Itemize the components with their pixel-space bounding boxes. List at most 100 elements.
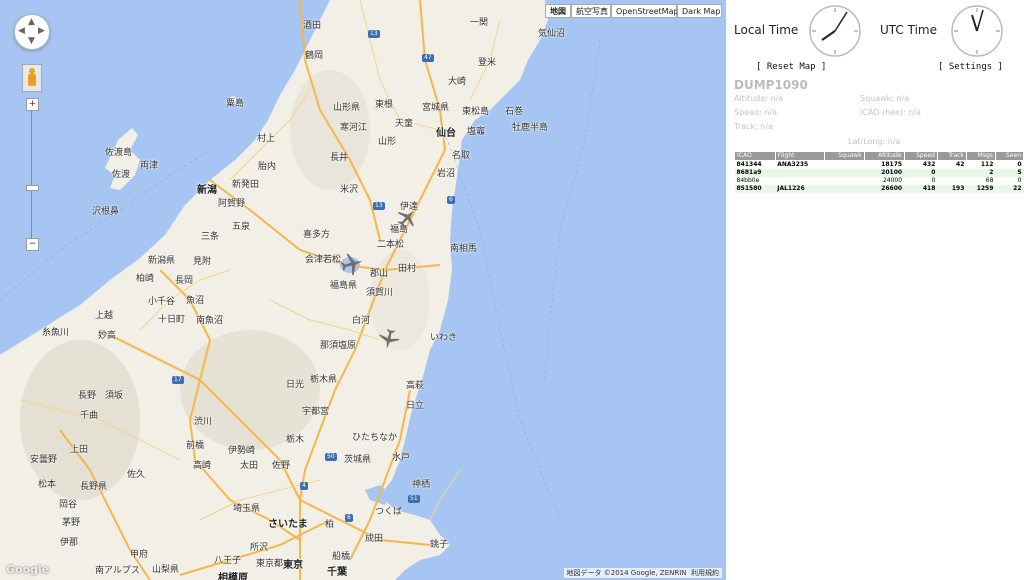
map-label: 須賀川	[366, 288, 394, 298]
map-label: 佐渡	[112, 170, 131, 180]
map-label: 千葉	[327, 567, 347, 578]
map-label: 前橋	[186, 441, 205, 451]
map-label: 須坂	[105, 391, 124, 401]
map-label: 松本	[38, 480, 57, 490]
table-row[interactable]: 841344 ANA3235 18175 432 42 112 0	[735, 161, 1024, 170]
route-shield: 47	[422, 54, 434, 62]
google-logo[interactable]: Google	[6, 563, 49, 576]
map-label: 伊勢崎	[228, 446, 256, 456]
zoom-in-button[interactable]: +	[26, 98, 39, 111]
cell-track	[937, 169, 967, 177]
page-title: DUMP1090	[734, 78, 808, 92]
maptype-dark-button[interactable]: Dark Map	[677, 4, 722, 18]
aircraft-marker-icon[interactable]	[378, 328, 400, 350]
map-label: 甲府	[130, 550, 149, 560]
map-label: 東京	[283, 560, 303, 571]
map-label: 魚沼	[186, 296, 205, 306]
chevron-left-icon[interactable]: ◀	[18, 27, 25, 36]
map-label: 佐渡島	[105, 148, 133, 158]
icao-hex-text: ICAO (hex): n/a	[860, 108, 921, 117]
col-header-track[interactable]: Track	[936, 151, 967, 161]
cell-altitude: 20100	[864, 169, 905, 177]
map-label: 南相馬	[450, 244, 478, 254]
map-label: 長野	[78, 391, 97, 401]
cell-squawk	[824, 161, 864, 170]
pan-control[interactable]: ▲ ◀ ▶ ▼	[14, 14, 50, 50]
map-label: 東根	[375, 100, 394, 110]
map-label: 五泉	[232, 222, 251, 232]
map-label: 白河	[352, 316, 371, 326]
map-label: 田村	[398, 264, 417, 274]
map-label: 渋川	[194, 417, 213, 427]
terms-link[interactable]: 利用規約	[691, 569, 719, 577]
table-row[interactable]: 84bb0e 24000 0 68 0	[735, 177, 1024, 185]
cell-icao: 8681a9	[734, 169, 776, 177]
map-label: 気仙沼	[538, 29, 566, 39]
map-label: 岡谷	[59, 500, 78, 510]
utc-clock-icon	[951, 5, 1003, 57]
chevron-down-icon[interactable]: ▼	[28, 37, 35, 46]
zoom-out-button[interactable]: −	[26, 238, 39, 251]
map-label: 日光	[286, 380, 305, 390]
cell-flight: JAL1226	[775, 185, 825, 193]
map-label: 伊那	[60, 538, 79, 548]
map-view[interactable]: 地図 航空写真 OpenStreetMap Dark Map ▲ ◀ ▶ ▼ +…	[0, 0, 726, 580]
cell-msgs: 112	[980, 161, 994, 168]
route-shield: 17	[172, 376, 184, 384]
sidebar-panel: Local Time UTC Time [ Reset Map ] [ Sett…	[726, 0, 1024, 580]
map-label: 茨城県	[344, 455, 372, 465]
map-label: 銚子	[430, 540, 449, 550]
table-header-row: ICAO Flight Squawk Altitude Speed Track …	[734, 151, 1024, 161]
map-label: 粟島	[226, 99, 245, 109]
map-label: 二本松	[377, 240, 405, 250]
chevron-up-icon[interactable]: ▲	[28, 18, 35, 27]
cell-speed: 432	[922, 161, 936, 168]
speed-text: Speed: n/a	[734, 108, 777, 117]
map-label: 福島県	[330, 281, 358, 291]
cell-track: 193	[937, 185, 967, 193]
map-label: 沢根鼻	[92, 207, 120, 217]
map-label: 栃木県	[310, 375, 338, 385]
map-label: 柏	[325, 520, 335, 530]
col-header-icao[interactable]: ICAO	[734, 151, 776, 161]
col-header-msgs[interactable]: Msgs	[965, 151, 996, 161]
col-header-flight[interactable]: Flight	[774, 151, 825, 161]
map-label: 村上	[257, 134, 276, 144]
aircraft-marker-icon[interactable]	[396, 207, 418, 229]
col-header-speed[interactable]: Speed	[903, 151, 938, 161]
maptype-osm-button[interactable]: OpenStreetMap	[611, 4, 679, 18]
zoom-slider-track[interactable]	[31, 110, 32, 238]
map-label: 小千谷	[148, 297, 176, 307]
map-label: 水戸	[392, 453, 411, 463]
zoom-slider-handle[interactable]	[26, 185, 39, 191]
latlong-text: Lat/Long: n/a	[848, 137, 901, 146]
map-label: つくば	[375, 507, 403, 517]
utc-time-label: UTC Time	[880, 23, 937, 37]
reset-map-button[interactable]: [ Reset Map ]	[756, 62, 826, 72]
cell-speed: 418	[904, 185, 938, 193]
maptype-map-button[interactable]: 地図	[545, 4, 571, 18]
pegman-icon[interactable]	[22, 64, 42, 92]
table-row[interactable]: 8681a9 20100 0 2 5	[734, 169, 1024, 177]
col-header-squawk[interactable]: Squawk	[823, 151, 865, 161]
map-label: 十日町	[158, 315, 186, 325]
chevron-right-icon[interactable]: ▶	[38, 27, 45, 36]
route-shield: 4	[300, 482, 308, 490]
map-label: 山形	[378, 137, 397, 147]
map-label: 東松島	[462, 107, 490, 117]
altitude-text: Altitude: n/a	[734, 94, 784, 103]
col-header-seen[interactable]: Seen	[994, 151, 1024, 161]
table-row[interactable]: 851580 JAL1226 26600 418 193 1259 22	[734, 185, 1024, 193]
cell-squawk	[824, 185, 865, 193]
map-label: 塩竈	[467, 127, 486, 137]
settings-button[interactable]: [ Settings ]	[938, 62, 1003, 72]
cell-flight: ANA3235	[777, 161, 809, 168]
map-label: 一関	[470, 18, 489, 28]
map-label: 宮城県	[422, 103, 450, 113]
col-header-altitude[interactable]: Altitude	[863, 151, 905, 161]
map-label: 名取	[452, 151, 471, 161]
aircraft-marker-icon[interactable]	[340, 252, 364, 276]
map-label: 胎内	[258, 162, 277, 172]
map-label: 見附	[193, 257, 212, 267]
maptype-satellite-button[interactable]: 航空写真	[571, 4, 611, 18]
